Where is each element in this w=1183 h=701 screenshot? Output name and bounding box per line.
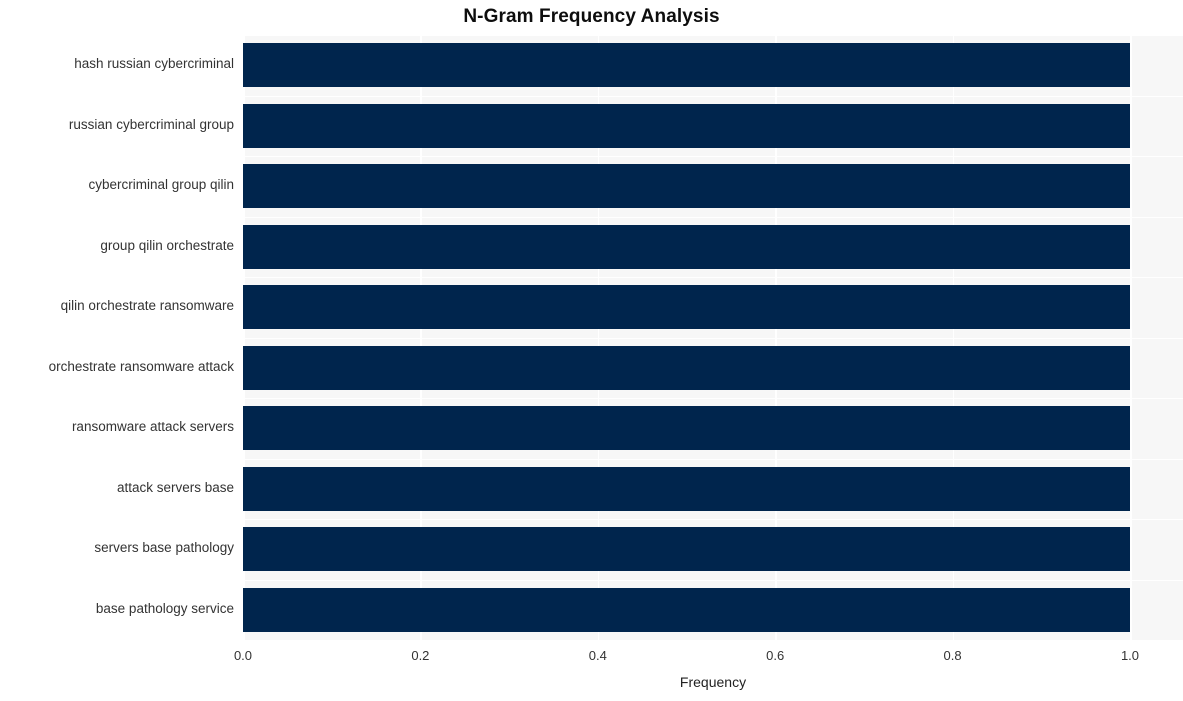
y-axis-tick-label: attack servers base	[116, 479, 234, 495]
y-axis-tick-label: servers base pathology	[94, 540, 234, 556]
bar	[243, 285, 1130, 330]
bar-fill	[243, 345, 1130, 390]
bar	[243, 406, 1130, 451]
horizontal-gridline	[243, 519, 1183, 521]
y-axis-tick-label: base pathology service	[95, 600, 234, 616]
bar-fill	[243, 285, 1130, 330]
bar-fill	[243, 103, 1130, 148]
y-axis-tick-label: ransomware attack servers	[71, 419, 234, 435]
x-axis-label: Frequency	[679, 674, 747, 690]
y-axis-tick-label: qilin orchestrate ransomware	[60, 298, 234, 314]
bar	[243, 164, 1130, 209]
chart-figure: N-Gram Frequency Analysis hash russian c…	[0, 0, 1183, 701]
bar	[243, 103, 1130, 148]
horizontal-gridline	[243, 398, 1183, 400]
y-axis-tick-label: hash russian cybercriminal	[74, 56, 234, 72]
bar-fill	[243, 466, 1130, 511]
bar	[243, 345, 1130, 390]
horizontal-gridline	[243, 337, 1183, 339]
x-axis-tick-label: 1.0	[1120, 648, 1140, 663]
horizontal-gridline	[243, 95, 1183, 97]
horizontal-gridline	[243, 35, 1183, 37]
bar-fill	[243, 406, 1130, 451]
bar-fill	[243, 43, 1130, 88]
y-axis-tick-label: group qilin orchestrate	[100, 237, 234, 253]
bar-fill	[243, 164, 1130, 209]
x-axis-tick-label: 0.4	[588, 648, 607, 663]
bar	[243, 466, 1130, 511]
bar-fill	[243, 527, 1130, 572]
y-axis-tick-label: orchestrate ransomware attack	[48, 358, 234, 374]
bar	[243, 527, 1130, 572]
bar	[243, 43, 1130, 88]
y-axis-tick-label: cybercriminal group qilin	[88, 177, 234, 193]
chart-title: N-Gram Frequency Analysis	[463, 6, 720, 27]
bar-fill	[243, 587, 1130, 632]
x-axis-tick-label: 0.2	[411, 648, 430, 663]
horizontal-gridline	[243, 640, 1183, 642]
x-axis-tick-label: 0.6	[766, 648, 785, 663]
horizontal-gridline	[243, 156, 1183, 158]
horizontal-gridline	[243, 458, 1183, 460]
y-axis-tick-label: russian cybercriminal group	[68, 116, 234, 132]
x-axis-tick-label: 0.8	[943, 648, 962, 663]
horizontal-gridline	[243, 216, 1183, 218]
horizontal-gridline	[243, 579, 1183, 581]
x-axis-tick-label: 0.0	[233, 648, 253, 663]
bar	[243, 224, 1130, 269]
horizontal-gridline	[243, 277, 1183, 279]
bar-fill	[243, 224, 1130, 269]
bar	[243, 587, 1130, 632]
